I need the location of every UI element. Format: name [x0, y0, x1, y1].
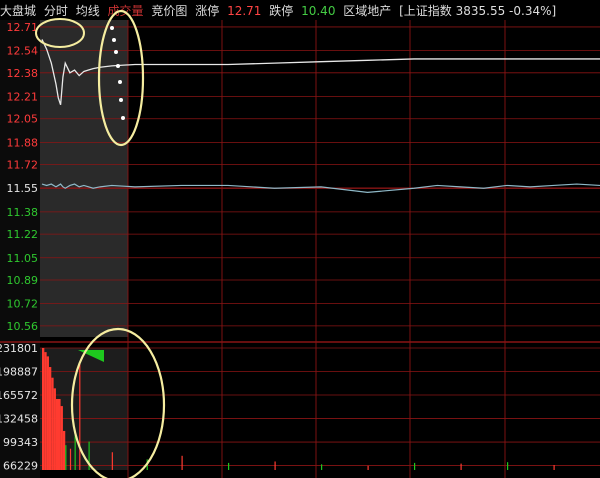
price-tick-label: 10.56	[7, 320, 39, 333]
price-tick-label: 12.38	[7, 67, 39, 80]
volume-bar	[62, 430, 66, 470]
price-tick-label: 11.88	[7, 136, 39, 149]
axis-panel-background	[0, 20, 40, 478]
price-tick-label: 10.72	[7, 298, 39, 311]
price-tick-label: 12.21	[7, 90, 39, 103]
volume-bar	[60, 406, 63, 470]
auction-price-dot	[121, 116, 125, 120]
price-tick-label: 11.22	[7, 228, 39, 241]
volume-bar	[69, 448, 72, 470]
chart-canvas: 12.71 12.54 12.38 12.21 12.05 11.88 11.72 11.55…	[0, 9, 600, 478]
auction-zone-price	[40, 20, 128, 337]
volume-bar	[181, 455, 183, 470]
volume-bar	[55, 398, 61, 470]
volume-bar	[507, 462, 509, 470]
volume-bar	[367, 465, 369, 470]
volume-bar	[553, 465, 555, 470]
volume-bar	[79, 363, 81, 470]
volume-tick-label: 132458	[0, 413, 38, 426]
volume-bar	[51, 377, 54, 470]
volume-tick-label: 99343	[3, 436, 38, 449]
volume-bar	[274, 461, 276, 470]
volume-bar	[53, 388, 56, 470]
volume-bar	[42, 348, 45, 470]
intraday-chart-window: 大盘城 分时 均线 成交量 竞价图 涨停 12.71 跌停 10.40 区域地产…	[0, 0, 600, 478]
auction-price-dot	[112, 38, 116, 42]
price-tick-label: 12.54	[7, 45, 39, 58]
volume-bar	[48, 367, 52, 470]
volume-bar	[44, 352, 47, 470]
price-tick-label: 12.71	[7, 21, 39, 34]
auction-price-dot	[119, 98, 123, 102]
price-tick-label: 11.55	[7, 182, 39, 195]
price-tick-label: 10.89	[7, 274, 39, 287]
volume-tick-label: 198887	[0, 365, 38, 378]
volume-bar	[74, 434, 76, 470]
auction-price-dot	[118, 80, 122, 84]
volume-bar	[460, 463, 462, 470]
volume-bar	[414, 462, 416, 470]
price-tick-label: 11.72	[7, 159, 39, 172]
price-tick-label: 11.05	[7, 252, 39, 265]
auction-price-dot	[116, 64, 120, 68]
auction-price-dot	[110, 26, 114, 30]
volume-bar	[111, 452, 113, 470]
price-tick-label: 12.05	[7, 113, 39, 126]
auction-price-dot	[114, 50, 118, 54]
volume-tick-label: 231801	[0, 342, 38, 355]
price-tick-label: 11.38	[7, 206, 39, 219]
volume-tick-label: 66229	[3, 460, 38, 473]
volume-bar	[321, 464, 323, 470]
volume-bar	[228, 462, 230, 470]
volume-bar	[65, 445, 67, 470]
volume-tick-label: 165572	[0, 389, 38, 402]
volume-bar	[46, 356, 49, 470]
